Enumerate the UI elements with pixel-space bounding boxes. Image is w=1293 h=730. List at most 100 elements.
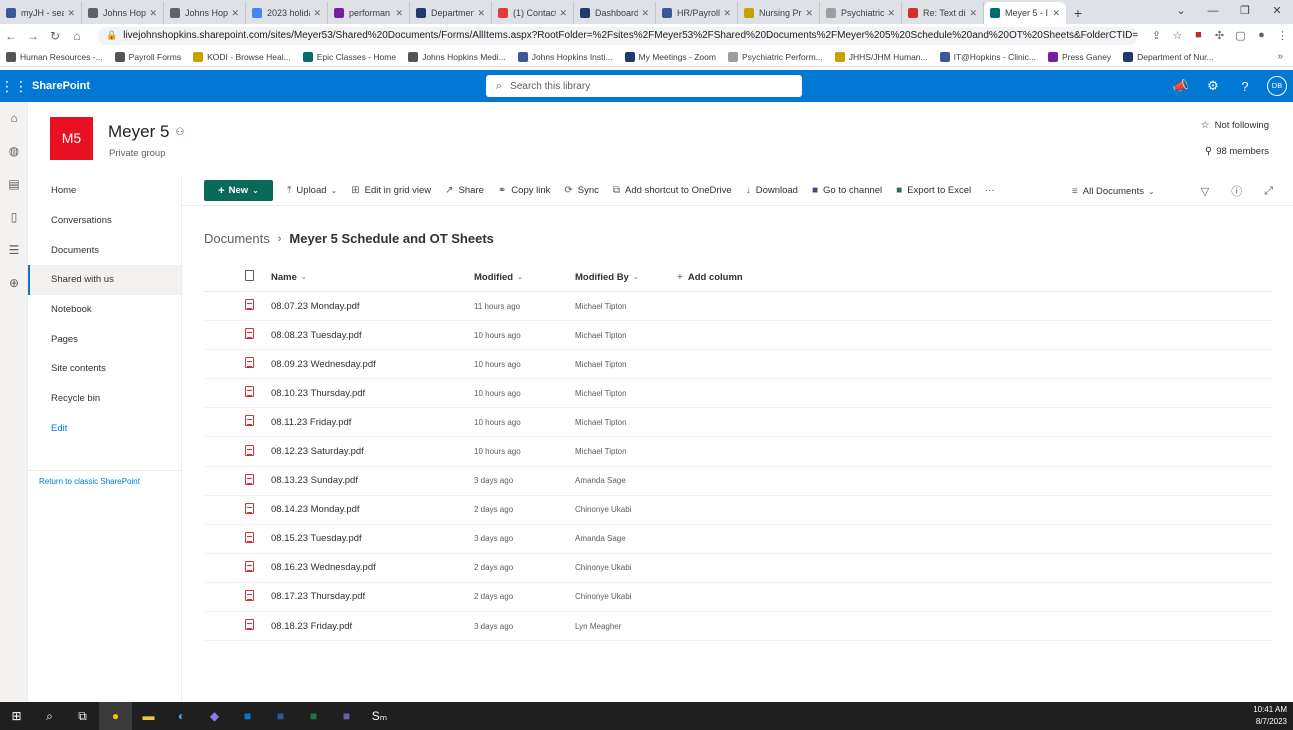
modified-by-cell[interactable]: Chinonye Ukabi <box>575 505 677 514</box>
file-name-link[interactable]: 08.10.23 Thursday.pdf <box>271 388 474 399</box>
megaphone-icon[interactable]: 📣 <box>1165 78 1197 94</box>
bookmark-item[interactable]: Human Resources -... <box>6 51 103 62</box>
globe-icon[interactable]: ◍ <box>0 135 28 168</box>
file-name-link[interactable]: 08.16.23 Wednesday.pdf <box>271 562 474 573</box>
new-tab-button[interactable]: + <box>1066 2 1090 24</box>
puzzle-icon[interactable]: ✣ <box>1209 29 1230 42</box>
bookmark-item[interactable]: Press Ganey <box>1047 51 1111 62</box>
table-row[interactable]: 08.13.23 Sunday.pdf 3 days ago Amanda Sage <box>204 467 1272 496</box>
table-row[interactable]: 08.11.23 Friday.pdf 10 hours ago Michael T… <box>204 408 1272 438</box>
file-name-link[interactable]: 08.08.23 Tuesday.pdf <box>271 330 474 341</box>
close-icon[interactable]: ✕ <box>559 8 567 19</box>
close-icon[interactable]: ✕ <box>1052 8 1060 19</box>
create-icon[interactable]: ⊕ <box>0 267 28 300</box>
modified-by-cell[interactable]: Lyn Meagher <box>575 622 677 631</box>
file-name-link[interactable]: 08.18.23 Friday.pdf <box>271 621 474 632</box>
bookmark-star-icon[interactable]: ☆ <box>1167 29 1188 42</box>
chrome-icon[interactable]: ● <box>99 702 132 730</box>
site-title[interactable]: Meyer 5 <box>108 122 169 142</box>
nav-item-conversations[interactable]: Conversations <box>28 206 181 236</box>
nav-item-home[interactable]: Home <box>28 176 181 206</box>
modified-by-cell[interactable]: Chinonye Ukabi <box>575 563 677 572</box>
share-page-icon[interactable]: ⇪ <box>1146 29 1167 42</box>
bookmark-item[interactable]: JHHS/JHM Human... <box>834 51 928 62</box>
forward-icon[interactable]: → <box>22 29 44 43</box>
browser-tab[interactable]: Dashboard ✕ <box>574 2 656 24</box>
task-view-icon[interactable]: ⧉ <box>66 702 99 730</box>
modified-by-cell[interactable]: Michael Tipton <box>575 331 677 340</box>
table-row[interactable]: 08.09.23 Wednesday.pdf 10 hours ago Michae… <box>204 350 1272 380</box>
file-name-link[interactable]: 08.07.23 Monday.pdf <box>271 301 474 312</box>
sm-app-icon[interactable]: Sₘ <box>363 702 396 730</box>
browser-tab[interactable]: Johns Hopk ✕ <box>82 2 164 24</box>
browser-tab[interactable]: HR/Payroll ✕ <box>656 2 738 24</box>
home-icon[interactable]: ⌂ <box>66 29 88 43</box>
app-launcher-icon[interactable]: ⋮⋮ <box>0 78 28 95</box>
browser-tab[interactable]: performan ✕ <box>328 2 410 24</box>
follow-button[interactable]: ☆ Not following <box>1201 120 1269 131</box>
close-icon[interactable]: ✕ <box>67 8 75 19</box>
expand-icon[interactable]: ⤢ <box>1264 185 1273 198</box>
close-icon[interactable]: ✕ <box>887 8 895 19</box>
table-row[interactable]: 08.07.23 Monday.pdf 11 hours ago Michael T… <box>204 292 1272 322</box>
modified-by-cell[interactable]: Michael Tipton <box>575 447 677 456</box>
table-row[interactable]: 08.14.23 Monday.pdf 2 days ago Chinonye Uk… <box>204 496 1272 525</box>
bookmark-item[interactable]: Epic Classes - Home <box>302 51 396 62</box>
restore-icon[interactable]: ❐ <box>1229 0 1261 22</box>
search-input[interactable]: ⌕ Search this library <box>486 75 802 97</box>
browser-tab[interactable]: myJH - sea ✕ <box>0 2 82 24</box>
add-column-button[interactable]: + Add column <box>677 272 743 283</box>
close-icon[interactable]: ✕ <box>477 8 485 19</box>
file-explorer-icon[interactable]: ▬ <box>132 702 165 730</box>
home-icon[interactable]: ⌂ <box>0 102 28 135</box>
table-row[interactable]: 08.12.23 Saturday.pdf 10 hours ago Michael… <box>204 437 1272 467</box>
bookmark-item[interactable]: Department of Nur... <box>1123 51 1214 62</box>
modified-by-column-header[interactable]: Modified By ⌄ <box>575 272 677 283</box>
excel-icon[interactable]: ■ <box>297 702 330 730</box>
browser-tab[interactable]: Meyer 5 - I ✕ <box>984 2 1066 24</box>
close-icon[interactable]: ✕ <box>641 8 649 19</box>
modified-by-cell[interactable]: Amanda Sage <box>575 534 677 543</box>
table-row[interactable]: 08.18.23 Friday.pdf 3 days ago Lyn Meagher <box>204 612 1272 642</box>
nav-item-documents[interactable]: Documents <box>28 235 181 265</box>
bookmark-item[interactable]: Johns Hopkins Medi... <box>408 51 506 62</box>
table-row[interactable]: 08.15.23 Tuesday.pdf 3 days ago Amanda Sag… <box>204 525 1272 554</box>
modified-by-cell[interactable]: Michael Tipton <box>575 302 677 311</box>
bookmarks-more-icon[interactable]: » <box>1277 51 1283 62</box>
app-icon[interactable]: ◆ <box>198 702 231 730</box>
view-selector[interactable]: ≡ All Documents ⌄ <box>1072 186 1155 197</box>
browser-tab[interactable]: Psychiatric ✕ <box>820 2 902 24</box>
table-row[interactable]: 08.10.23 Thursday.pdf 10 hours ago Michael… <box>204 379 1272 409</box>
extension-icon[interactable]: ■ <box>1188 29 1209 42</box>
close-icon[interactable]: ✕ <box>969 8 977 19</box>
site-logo[interactable]: M5 <box>50 117 93 160</box>
edge-icon[interactable]: ◐ <box>165 702 198 730</box>
file-name-link[interactable]: 08.17.23 Thursday.pdf <box>271 591 474 602</box>
gear-icon[interactable]: ⚙ <box>1197 78 1229 94</box>
copy-link-button[interactable]: ⚭ Copy link <box>498 185 550 196</box>
reload-icon[interactable]: ↻ <box>44 29 66 43</box>
bookmark-item[interactable]: KODI - Browse Heal... <box>193 51 291 62</box>
teams-icon[interactable]: ■ <box>330 702 363 730</box>
nav-item-site-contents[interactable]: Site contents <box>28 354 181 384</box>
minimize-icon[interactable]: — <box>1197 0 1229 22</box>
browser-tab[interactable]: Nursing Pr ✕ <box>738 2 820 24</box>
modified-by-cell[interactable]: Amanda Sage <box>575 476 677 485</box>
bookmark-item[interactable]: Psychiatric Perform... <box>727 51 823 62</box>
members-button[interactable]: ⚲ 98 members <box>1205 146 1269 157</box>
bookmark-item[interactable]: Johns Hopkins Insti... <box>517 51 613 62</box>
avatar[interactable]: DB <box>1267 76 1287 96</box>
close-icon[interactable]: ✕ <box>313 8 321 19</box>
browser-tab[interactable]: 2023 holida ✕ <box>246 2 328 24</box>
close-icon[interactable]: ✕ <box>723 8 731 19</box>
nav-edit-link[interactable]: Edit <box>28 414 181 444</box>
table-row[interactable]: 08.08.23 Tuesday.pdf 10 hours ago Michael … <box>204 321 1272 351</box>
search-icon[interactable]: ⌕ <box>33 702 66 730</box>
edit-grid-button[interactable]: ⊞ Edit in grid view <box>351 185 431 196</box>
modified-by-cell[interactable]: Michael Tipton <box>575 360 677 369</box>
sidepanel-icon[interactable]: ▢ <box>1230 29 1251 42</box>
browser-tab[interactable]: Departmen ✕ <box>410 2 492 24</box>
modified-by-cell[interactable]: Michael Tipton <box>575 389 677 398</box>
browser-tab[interactable]: (1) Contact ✕ <box>492 2 574 24</box>
modified-column-header[interactable]: Modified ⌄ <box>474 272 575 283</box>
